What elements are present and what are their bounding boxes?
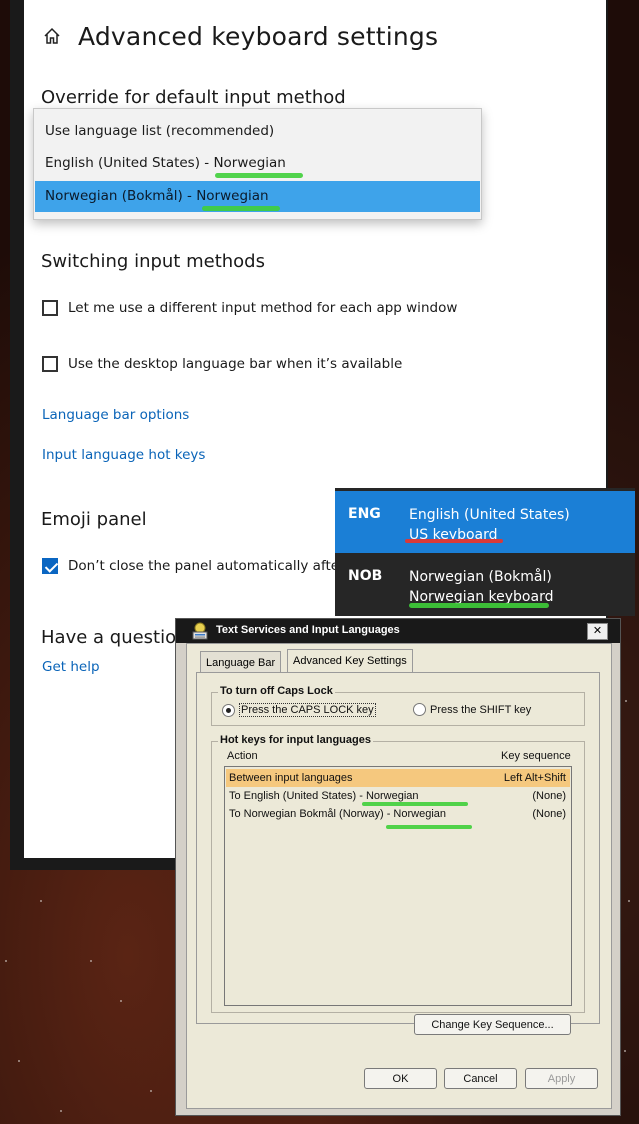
shift-radio[interactable] — [413, 703, 426, 716]
column-header-key-sequence: Key sequence — [501, 750, 571, 762]
list-item[interactable]: Between input languages Left Alt+Shift — [226, 769, 570, 787]
switching-heading: Switching input methods — [41, 251, 265, 272]
page-title: Advanced keyboard settings — [78, 21, 439, 51]
red-annotation — [405, 539, 503, 543]
hotkey-action: Between input languages — [229, 772, 353, 784]
keyboard-globe-icon — [192, 622, 208, 640]
emoji-checkbox[interactable] — [42, 558, 58, 574]
hotkey-sequence: (None) — [532, 808, 566, 820]
hotkeys-group-label: Hot keys for input languages — [218, 734, 373, 746]
dialog-titlebar[interactable]: Text Services and Input Languages ✕ — [176, 619, 620, 643]
shift-option[interactable]: Press the SHIFT key — [413, 703, 531, 716]
change-key-sequence-button[interactable]: Change Key Sequence... — [414, 1014, 571, 1035]
emoji-heading: Emoji panel — [41, 509, 147, 530]
app-window-checkbox[interactable] — [42, 300, 58, 316]
caps-lock-radio-label: Press the CAPS LOCK key — [239, 703, 376, 717]
tab-language-bar[interactable]: Language Bar — [200, 651, 282, 674]
override-heading: Override for default input method — [41, 87, 346, 108]
column-header-action: Action — [227, 750, 258, 762]
input-language-hot-keys-link[interactable]: Input language hot keys — [42, 447, 205, 463]
dialog-title: Text Services and Input Languages — [216, 624, 400, 636]
green-annotation — [215, 173, 303, 178]
list-item[interactable]: To Norwegian Bokmål (Norway) - Norwegian… — [226, 805, 570, 823]
input-method-dropdown-list: Use language list (recommended) English … — [33, 108, 482, 220]
checkbox-row-language-bar[interactable]: Use the desktop language bar when it’s a… — [42, 356, 402, 372]
green-annotation — [409, 603, 549, 608]
caps-lock-option[interactable]: Press the CAPS LOCK key — [222, 703, 376, 717]
close-button[interactable]: ✕ — [587, 623, 608, 640]
hotkey-sequence: Left Alt+Shift — [503, 772, 566, 784]
caps-lock-group-label: To turn off Caps Lock — [218, 685, 335, 697]
hotkey-action: To Norwegian Bokmål (Norway) - Norwegian — [229, 808, 447, 820]
language-bar-checkbox-label: Use the desktop language bar when it’s a… — [68, 356, 403, 372]
page-header: Advanced keyboard settings — [42, 18, 438, 54]
checkbox-row-emoji[interactable]: Don’t close the panel automatically afte… — [42, 558, 345, 574]
home-icon[interactable] — [42, 26, 62, 46]
dropdown-option[interactable]: Use language list (recommended) — [35, 116, 480, 147]
caps-lock-radio[interactable] — [222, 703, 235, 717]
green-annotation — [386, 825, 472, 829]
cancel-button[interactable]: Cancel — [444, 1068, 517, 1089]
app-window-checkbox-label: Let me use a different input method for … — [68, 300, 458, 316]
flyout-item-eng[interactable]: ENG English (United States) US keyboard — [335, 491, 635, 553]
language-flyout: ENG English (United States) US keyboard … — [335, 488, 635, 616]
language-code: ENG — [348, 506, 381, 522]
apply-button[interactable]: Apply — [525, 1068, 598, 1089]
language-bar-options-link[interactable]: Language bar options — [42, 407, 189, 423]
language-bar-checkbox[interactable] — [42, 356, 58, 372]
get-help-link[interactable]: Get help — [42, 659, 100, 675]
ok-button[interactable]: OK — [364, 1068, 437, 1089]
language-name: Norwegian (Bokmål) — [409, 569, 552, 585]
green-annotation — [362, 802, 468, 806]
hotkey-sequence: (None) — [532, 790, 566, 802]
language-name: English (United States) — [409, 507, 570, 523]
checkbox-row-app-window[interactable]: Let me use a different input method for … — [42, 300, 457, 316]
emoji-checkbox-label: Don’t close the panel automatically afte… — [68, 558, 345, 574]
tab-advanced-key-settings[interactable]: Advanced Key Settings — [287, 649, 413, 674]
language-code: NOB — [348, 568, 383, 584]
green-annotation — [202, 206, 280, 211]
shift-radio-label: Press the SHIFT key — [430, 703, 532, 716]
question-heading: Have a question — [41, 627, 188, 648]
